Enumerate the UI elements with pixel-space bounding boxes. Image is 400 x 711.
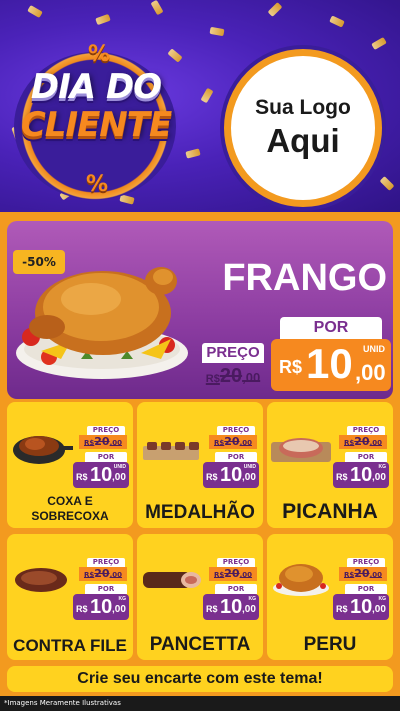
old-price-currency: R$ bbox=[205, 373, 220, 385]
old-price: R$20,00 bbox=[209, 435, 257, 449]
featured-product: -50% FRANGO POR PREÇO R$20,00 R$ 10 ,00 … bbox=[7, 221, 393, 399]
confetti bbox=[379, 176, 395, 191]
event-title-line1: DIA DO bbox=[30, 67, 162, 107]
new-price-int: 10 bbox=[306, 340, 353, 387]
product-card-coxa: PREÇO R$20,00 POR R$ 10 ,00 UNID COXA E … bbox=[7, 402, 133, 528]
event-title-line2: CLIENTE bbox=[20, 105, 172, 145]
old-price: R$20,00 bbox=[199, 364, 267, 388]
disclaimer: *Imagens Meramente Ilustrativas bbox=[0, 696, 400, 711]
cta-banner[interactable]: Crie seu encarte com este tema! bbox=[7, 666, 393, 692]
confetti bbox=[167, 48, 183, 63]
pancetta-image bbox=[143, 572, 201, 588]
preco-label: PREÇO bbox=[202, 343, 264, 363]
logo-placeholder: Sua Logo Aqui bbox=[224, 49, 382, 207]
product-name: MEDALHÃO bbox=[145, 502, 255, 523]
preco-label: PREÇO bbox=[347, 558, 385, 567]
confetti bbox=[27, 4, 43, 19]
product-card-pancetta: PREÇO R$20,00 POR R$ 10 ,00 KG PANCETTA bbox=[137, 534, 263, 660]
por-label: POR bbox=[345, 584, 387, 594]
por-label: POR bbox=[280, 317, 382, 339]
confetti bbox=[185, 148, 201, 159]
new-price: R$ 10 ,00 KG bbox=[333, 462, 389, 488]
turkey-image bbox=[273, 564, 329, 596]
percent-symbol: % bbox=[86, 172, 109, 197]
logo-line1: Sua Logo bbox=[255, 96, 351, 119]
product-name: COXA E SOBRECOXA bbox=[31, 494, 109, 523]
preco-label: PREÇO bbox=[87, 426, 125, 435]
discount-badge: -50% bbox=[13, 250, 65, 274]
preco-label: PREÇO bbox=[87, 558, 125, 567]
new-price: R$ 10 ,00 UNID bbox=[73, 462, 129, 488]
skewers-image bbox=[143, 442, 199, 460]
featured-name: FRANGO bbox=[222, 257, 387, 299]
product-name: PANCETTA bbox=[149, 634, 251, 655]
preco-label: PREÇO bbox=[217, 558, 255, 567]
old-price: R$20,00 bbox=[339, 435, 387, 449]
price-unit: UNID bbox=[363, 344, 385, 354]
new-price: R$ 10 ,00 KG bbox=[333, 594, 389, 620]
new-price-cents: ,00 bbox=[355, 360, 386, 385]
old-price-cents: ,00 bbox=[242, 370, 261, 385]
percent-symbol: % bbox=[88, 42, 111, 67]
product-card-peru: PREÇO R$20,00 POR R$ 10 ,00 KG PERU bbox=[267, 534, 393, 660]
confetti bbox=[200, 87, 214, 104]
new-price: R$ 10 ,00 KG bbox=[203, 594, 259, 620]
product-name: PERU bbox=[303, 634, 357, 655]
new-price: R$ 10 ,00 UNID bbox=[203, 462, 259, 488]
event-title: DIA DO CLIENTE bbox=[20, 70, 172, 142]
new-price: R$ 10 ,00 KG bbox=[73, 594, 129, 620]
confetti bbox=[150, 0, 164, 16]
por-label: POR bbox=[85, 452, 127, 462]
offers-panel: -50% FRANGO POR PREÇO R$20,00 R$ 10 ,00 … bbox=[0, 212, 400, 711]
logo-line2: Aqui bbox=[266, 122, 340, 159]
product-name: CONTRA FILE bbox=[13, 636, 127, 655]
por-label: POR bbox=[85, 584, 127, 594]
preco-label: PREÇO bbox=[217, 426, 255, 435]
confetti bbox=[267, 2, 283, 17]
header-banner: % % DIA DO CLIENTE Sua Logo Aqui bbox=[0, 0, 400, 212]
new-price: R$ 10 ,00 UNID bbox=[271, 339, 391, 391]
picanha-image bbox=[271, 438, 331, 462]
product-card-medalhao: PREÇO R$20,00 POR R$ 10 ,00 UNID MEDALHÃ… bbox=[137, 402, 263, 528]
old-price: R$20,00 bbox=[79, 435, 127, 449]
confetti bbox=[371, 36, 387, 51]
old-price: R$20,00 bbox=[209, 567, 257, 581]
old-price: R$20,00 bbox=[79, 567, 127, 581]
chicken-thigh-image bbox=[13, 436, 73, 464]
product-card-contra-file: PREÇO R$20,00 POR R$ 10 ,00 KG CONTRA FI… bbox=[7, 534, 133, 660]
confetti bbox=[95, 13, 111, 26]
steak-image bbox=[15, 568, 67, 592]
confetti bbox=[329, 15, 345, 28]
por-label: POR bbox=[215, 584, 257, 594]
old-price: R$20,00 bbox=[339, 567, 387, 581]
new-price-currency: R$ bbox=[279, 357, 303, 377]
product-name: PICANHA bbox=[282, 500, 378, 523]
confetti bbox=[209, 26, 225, 37]
por-label: POR bbox=[215, 452, 257, 462]
old-price-int: 20 bbox=[219, 365, 243, 387]
product-card-picanha: PREÇO R$20,00 POR R$ 10 ,00 KG PICANHA bbox=[267, 402, 393, 528]
por-label: POR bbox=[345, 452, 387, 462]
preco-label: PREÇO bbox=[347, 426, 385, 435]
